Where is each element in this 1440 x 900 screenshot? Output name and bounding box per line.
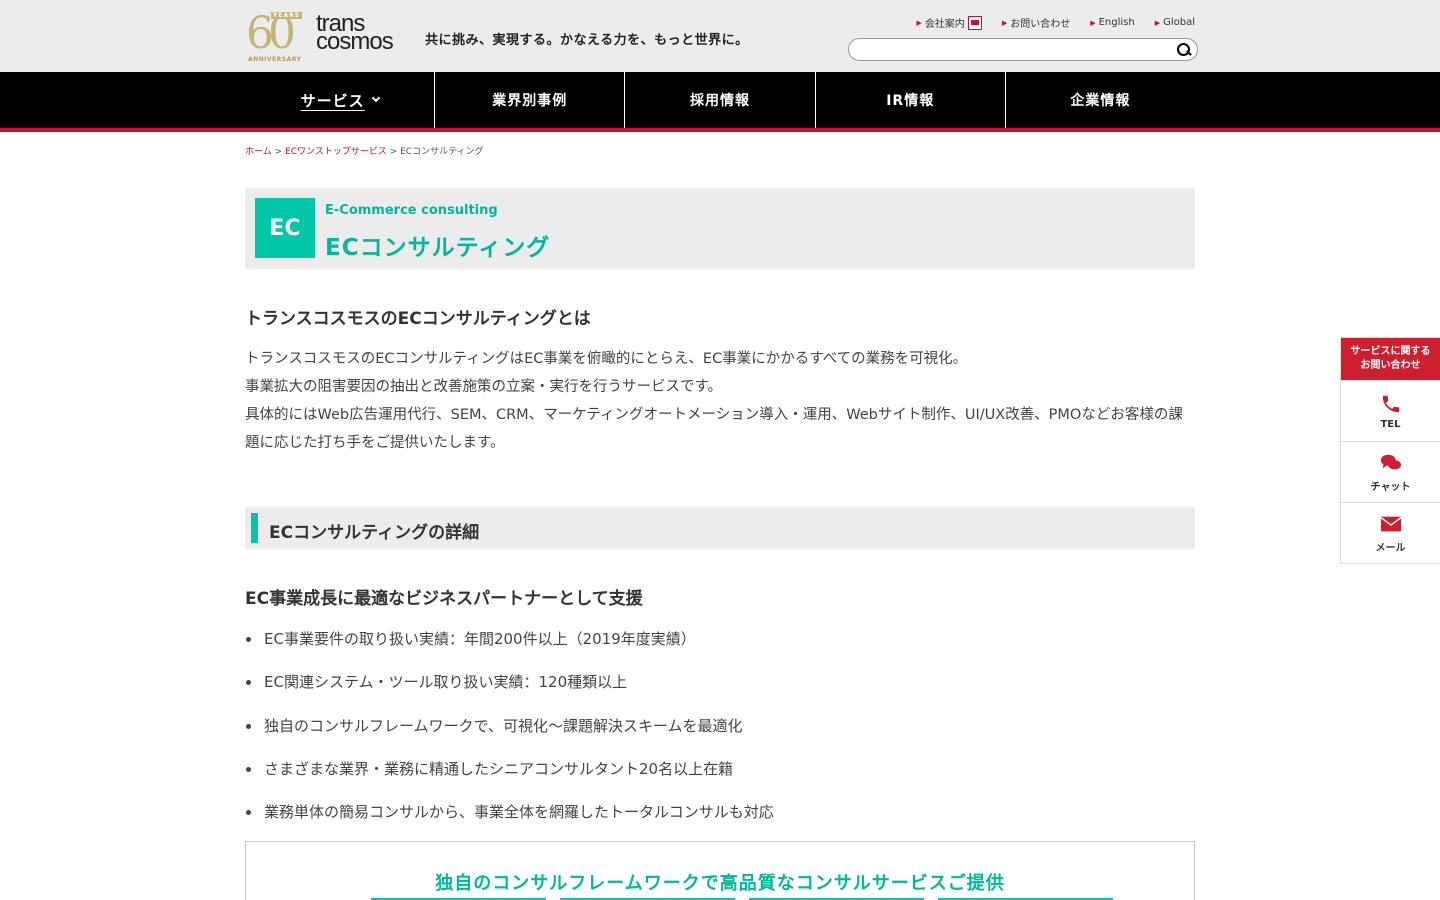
nav-label: IR情報 <box>886 93 935 109</box>
brand-logo[interactable]: trans cosmos <box>316 12 394 55</box>
util-link-label: 会社案内 <box>924 19 965 30</box>
search-icon[interactable] <box>1176 42 1192 58</box>
site-header: 60 YEARS ANNIVERSARY trans cosmos 共に挑み、実… <box>0 0 1440 72</box>
nav-label: サービス <box>300 91 365 110</box>
nav-label: 企業情報 <box>1070 93 1131 109</box>
util-link-english[interactable]: ▶ English <box>1090 15 1135 30</box>
side-item-label: チャット <box>1370 481 1411 493</box>
nav-label: 業界別事例 <box>492 93 568 109</box>
list-item: 独自のコンサルフレームワークで、可視化～課題解決スキームを最適化 <box>245 715 774 758</box>
side-head-line: サービスに関する <box>1350 346 1431 357</box>
page-subtitle: E-Commerce consulting <box>325 203 498 218</box>
ec-badge: EC <box>255 198 315 258</box>
framework-box: 独自のコンサルフレームワークで高品質なコンサルサービスご提供 <box>245 841 1195 900</box>
page-title-block: EC E-Commerce consulting ECコンサルティング <box>245 188 1195 269</box>
nav-item-ir[interactable]: IR情報 <box>816 72 1006 128</box>
util-link-global[interactable]: ▶ Global <box>1155 15 1195 30</box>
brand-line2: cosmos <box>316 28 394 55</box>
side-contact-header[interactable]: サービスに関する お問い合わせ <box>1341 338 1440 380</box>
chat-icon <box>1380 454 1401 469</box>
page-title: ECコンサルティング <box>325 235 551 261</box>
nav-item-cases[interactable]: 業界別事例 <box>435 72 626 128</box>
arrow-right-icon: ▶ <box>1090 18 1096 27</box>
intro-line: 具体的にはWeb広告運用代行、SEM、CRM、マーケティングオートメーション導入… <box>245 407 1183 451</box>
anniversary-logo[interactable]: 60 YEARS ANNIVERSARY <box>246 12 304 64</box>
breadcrumb-parent[interactable]: ECワンストップサービス <box>285 147 387 157</box>
pdf-icon <box>967 15 982 30</box>
side-contact-panel: サービスに関する お問い合わせ TEL チャット メール <box>1340 337 1440 564</box>
nav-item-recruit[interactable]: 採用情報 <box>625 72 816 128</box>
section-marker <box>251 513 258 543</box>
detail-heading: ECコンサルティングの詳細 <box>269 523 480 543</box>
breadcrumb-sep: > <box>274 147 283 157</box>
util-link-label: English <box>1098 17 1135 28</box>
tagline: 共に挑み、実現する。かなえる力を、もっと世界に。 <box>425 33 749 48</box>
side-item-label: TEL <box>1380 418 1401 430</box>
support-heading: EC事業成長に最適なビジネスパートナーとして支援 <box>245 589 643 609</box>
side-contact-chat[interactable]: チャット <box>1341 441 1440 502</box>
phone-icon <box>1382 395 1399 412</box>
list-item: EC関連システム・ツール取り扱い実績：120種類以上 <box>245 671 774 714</box>
breadcrumb-home[interactable]: ホーム <box>245 147 272 157</box>
util-link-contact[interactable]: ▶ お問い合わせ <box>1001 15 1071 31</box>
util-link-label: Global <box>1163 17 1195 28</box>
intro-line: 事業拡大の阻害要因の抽出と改善施策の立案・実行を行うサービスです。 <box>245 379 723 395</box>
chevron-down-icon <box>371 93 380 103</box>
breadcrumb: ホーム > ECワンストップサービス > ECコンサルティング <box>245 144 484 157</box>
intro-line: トランスコスモスのECコンサルティングはEC事業を俯瞰的にとらえ、EC事業にかか… <box>245 351 968 367</box>
arrow-right-icon: ▶ <box>1001 18 1008 27</box>
feature-list: EC事業要件の取り扱い実績：年間200件以上（2019年度実績） EC関連システ… <box>245 628 774 844</box>
list-item: さまざまな業界・業務に精通したシニアコンサルタント20名以上在籍 <box>245 758 774 801</box>
search-input[interactable] <box>848 38 1198 61</box>
framework-title: 独自のコンサルフレームワークで高品質なコンサルサービスご提供 <box>435 873 1005 894</box>
detail-section-header: ECコンサルティングの詳細 <box>245 507 1195 549</box>
side-head-line: お問い合わせ <box>1360 360 1421 371</box>
list-item: 業務単体の簡易コンサルから、事業全体を網羅したトータルコンサルも対応 <box>245 801 774 844</box>
mail-icon <box>1379 516 1402 531</box>
util-link-label: お問い合わせ <box>1010 19 1071 30</box>
side-item-label: メール <box>1375 542 1406 554</box>
utility-links: ▶ 会社案内 ▶ お問い合わせ ▶ English ▶ Global <box>916 15 1195 30</box>
breadcrumb-sep: > <box>389 147 398 157</box>
logo-anniversary: ANNIVERSARY <box>248 56 302 63</box>
list-item: EC事業要件の取り扱い実績：年間200件以上（2019年度実績） <box>245 628 774 671</box>
logo-years: YEARS <box>271 12 303 19</box>
util-link-company[interactable]: ▶ 会社案内 <box>916 15 982 30</box>
nav-item-services[interactable]: サービス <box>245 72 436 128</box>
global-nav: サービス 業界別事例 採用情報 IR情報 企業情報 <box>0 72 1440 132</box>
breadcrumb-current: ECコンサルティング <box>400 147 484 157</box>
nav-label: 採用情報 <box>690 93 750 109</box>
nav-item-corporate[interactable]: 企業情報 <box>1006 72 1195 128</box>
side-contact-tel[interactable]: TEL <box>1341 380 1440 441</box>
about-heading: トランスコスモスのECコンサルティングとは <box>245 309 591 329</box>
arrow-right-icon: ▶ <box>1154 18 1161 27</box>
side-contact-mail[interactable]: メール <box>1341 502 1440 563</box>
arrow-right-icon: ▶ <box>916 18 922 27</box>
intro-text: トランスコスモスのECコンサルティングはEC事業を俯瞰的にとらえ、EC事業にかか… <box>245 345 1190 457</box>
